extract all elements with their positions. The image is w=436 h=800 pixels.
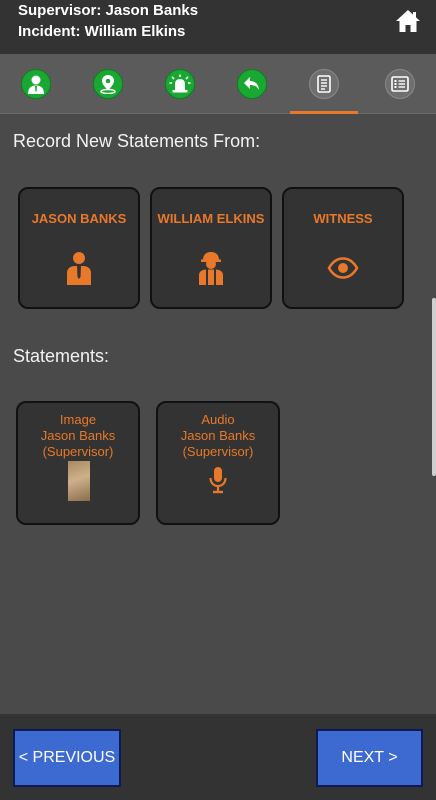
tab-checklist[interactable]	[364, 54, 436, 114]
supervisor-icon	[67, 252, 91, 285]
next-button[interactable]: NEXT >	[316, 729, 423, 787]
tab-location[interactable]	[72, 54, 144, 114]
statement-role: (Supervisor)	[182, 444, 254, 459]
record-jason-banks-button[interactable]: JASON BANKS	[18, 187, 140, 309]
person-card-label: WILLIAM ELKINS	[157, 211, 265, 226]
statement-type: Audio	[201, 412, 235, 427]
statement-card-audio[interactable]: Audio Jason Banks (Supervisor)	[156, 401, 280, 525]
eye-icon	[327, 257, 359, 279]
previous-button[interactable]: < PREVIOUS	[13, 729, 121, 787]
tab-statements[interactable]	[288, 54, 360, 114]
image-thumbnail	[68, 461, 90, 501]
step-tab-bar	[0, 54, 436, 114]
tab-alert[interactable]	[144, 54, 216, 114]
statement-person: Jason Banks	[40, 428, 116, 443]
supervisor-label: Supervisor: Jason Banks	[18, 2, 199, 19]
tab-response[interactable]	[216, 54, 288, 114]
app-header: Supervisor: Jason Banks Incident: Willia…	[0, 0, 436, 54]
statement-person: Jason Banks	[180, 428, 256, 443]
incident-label: Incident: William Elkins	[18, 23, 186, 40]
document-icon	[317, 75, 331, 93]
siren-icon	[169, 74, 191, 93]
person-card-label: JASON BANKS	[31, 211, 127, 226]
record-william-elkins-button[interactable]: WILLIAM ELKINS	[150, 187, 272, 309]
home-icon	[396, 10, 420, 32]
reply-icon	[244, 77, 259, 90]
location-pin-icon	[100, 75, 116, 94]
record-section-title: Record New Statements From:	[13, 131, 261, 151]
statement-card-image[interactable]: Image Jason Banks (Supervisor)	[16, 401, 140, 525]
record-witness-button[interactable]: WITNESS	[282, 187, 404, 309]
tab-supervisor[interactable]	[0, 54, 72, 114]
scrollbar[interactable]	[432, 298, 436, 476]
statements-section-title: Statements:	[13, 346, 110, 366]
home-button[interactable]	[394, 8, 422, 34]
person-card-label: WITNESS	[313, 211, 373, 226]
person-icon	[28, 75, 44, 94]
checklist-icon	[391, 76, 409, 92]
worker-icon	[199, 252, 223, 285]
statement-type: Image	[59, 412, 97, 427]
statement-role: (Supervisor)	[42, 444, 114, 459]
microphone-icon	[209, 467, 227, 494]
